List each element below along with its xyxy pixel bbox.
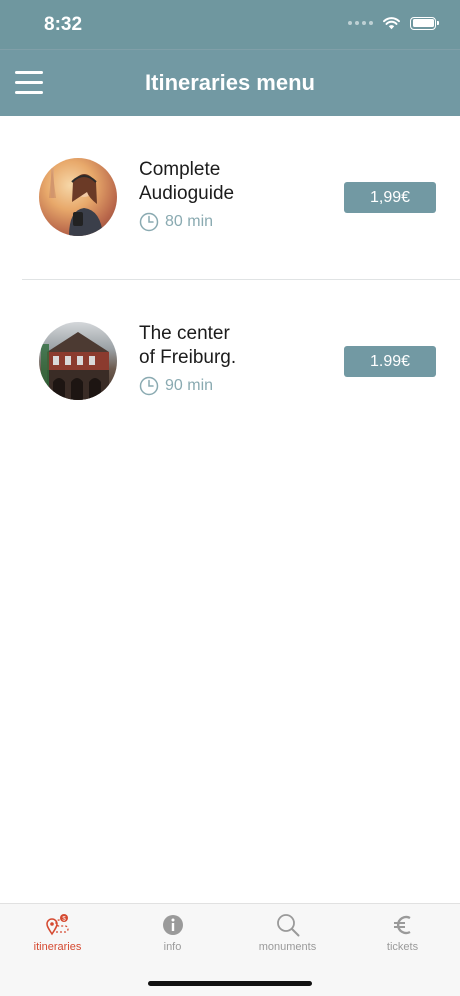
- tab-monuments[interactable]: monuments: [230, 912, 345, 960]
- price-button[interactable]: 1.99€: [344, 346, 436, 377]
- battery-icon: [410, 16, 439, 30]
- itinerary-thumbnail: [39, 158, 117, 236]
- itinerary-duration: 80 min: [139, 212, 213, 232]
- itinerary-title: The center of Freiburg.: [139, 323, 237, 368]
- itinerary-title: Complete Audioguide: [139, 159, 235, 204]
- tab-itineraries[interactable]: $ itineraries: [0, 912, 115, 960]
- status-time: 8:32: [44, 14, 83, 35]
- route-pin-icon: $: [45, 914, 69, 936]
- tab-label: info: [163, 941, 182, 953]
- itinerary-item[interactable]: Complete Audioguide 80 min 1,99€: [22, 116, 460, 280]
- status-indicators: [348, 16, 439, 30]
- duration-label: 90 min: [165, 377, 214, 394]
- tab-label: tickets: [386, 941, 419, 953]
- search-icon: [276, 914, 299, 937]
- tab-tickets[interactable]: tickets: [345, 912, 460, 960]
- home-indicator: [148, 981, 312, 986]
- itinerary-duration: 90 min: [139, 376, 213, 396]
- duration-label: 80 min: [165, 213, 214, 230]
- euro-icon: [393, 915, 411, 935]
- itinerary-thumbnail: [39, 322, 117, 400]
- tab-label: monuments: [258, 941, 317, 953]
- price-button[interactable]: 1,99€: [344, 182, 436, 213]
- nav-bar: Itineraries menu: [0, 49, 460, 116]
- wifi-icon: [383, 17, 400, 30]
- tab-label: itineraries: [33, 941, 82, 953]
- page-title: Itineraries menu: [145, 70, 315, 95]
- clock-icon: [139, 212, 159, 232]
- signal-icon: [348, 21, 373, 25]
- tab-info[interactable]: info: [115, 912, 230, 960]
- itinerary-item[interactable]: The center of Freiburg. 90 min 1.99€: [22, 280, 460, 444]
- info-icon: [162, 915, 183, 935]
- clock-icon: [139, 376, 159, 396]
- status-bar: 8:32: [0, 0, 460, 49]
